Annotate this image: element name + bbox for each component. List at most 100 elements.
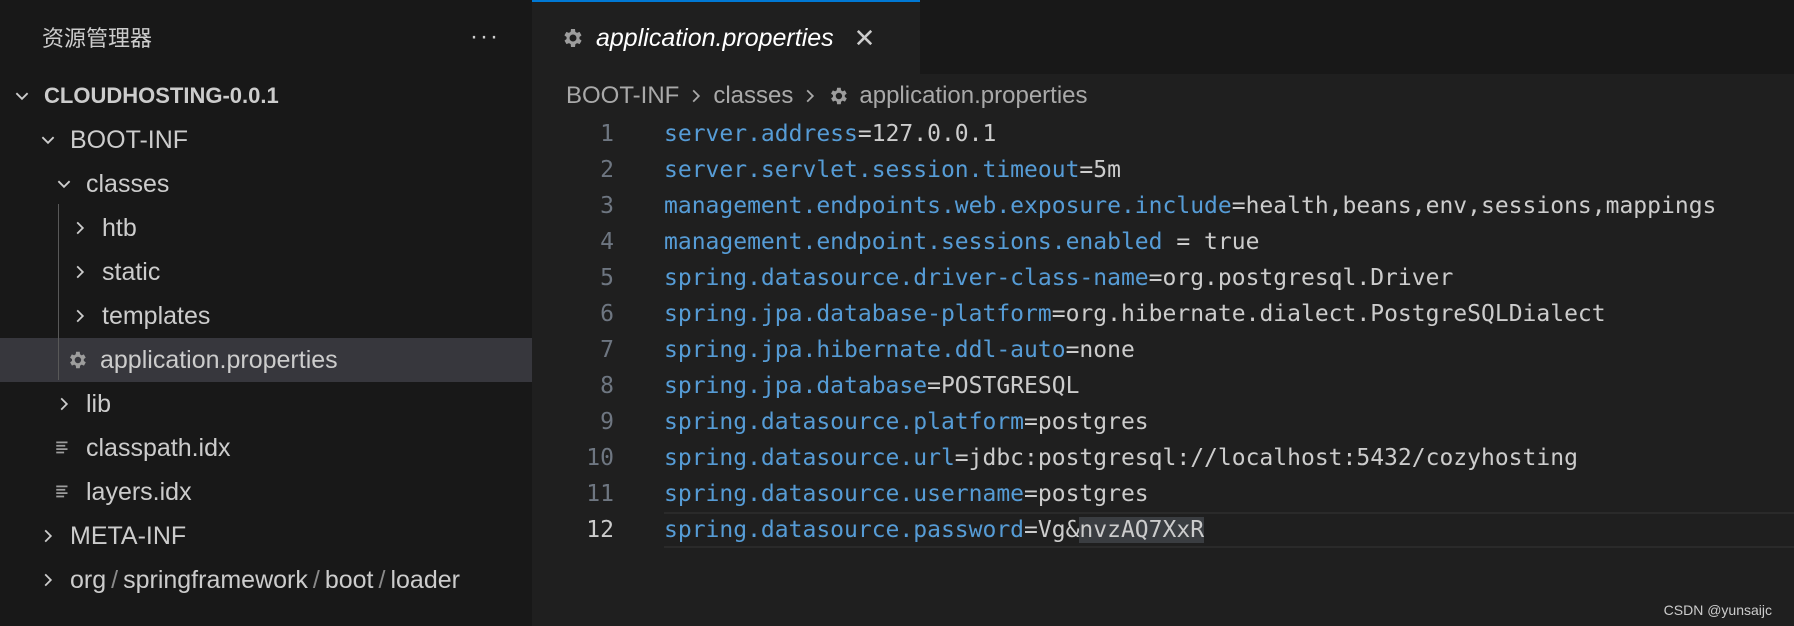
code-editor[interactable]: 1 server.address=127.0.0.1 2 server.servle…	[532, 116, 1794, 548]
chevron-right-icon	[687, 87, 705, 105]
gear-icon	[560, 26, 584, 50]
path-segment: org	[70, 565, 107, 594]
property-key: management.endpoint.sessions.enabled	[664, 229, 1163, 255]
property-value: =POSTGRESQL	[927, 373, 1080, 399]
tree-item-label: classes	[86, 169, 170, 198]
tree-item-static[interactable]: static	[0, 250, 532, 294]
code-line-current[interactable]: 12 spring.datasource.password=Vg&nvzAQ7Xx…	[532, 512, 1794, 548]
breadcrumb-item[interactable]: classes	[713, 82, 793, 110]
tree-item-label: META-INF	[70, 521, 187, 550]
code-line[interactable]: 2 server.servlet.session.timeout=5m	[532, 152, 1794, 188]
indent-guide	[58, 204, 59, 380]
property-key: spring.datasource.driver-class-name	[664, 265, 1149, 291]
line-number: 4	[600, 229, 614, 255]
property-value: =postgres	[1024, 409, 1149, 435]
explorer-sidebar: 资源管理器 ··· CLOUDHOSTING-0.0.1 BOOT-INF cl…	[0, 0, 532, 626]
tree-item-templates[interactable]: templates	[0, 294, 532, 338]
tab-label: application.properties	[596, 23, 834, 52]
code-line[interactable]: 4 management.endpoint.sessions.enabled = …	[532, 224, 1794, 260]
path-separator: /	[378, 565, 386, 594]
tree-item-label: classpath.idx	[86, 433, 231, 462]
property-value: = true	[1162, 229, 1260, 255]
tree-item-label: htb	[102, 213, 137, 242]
code-line[interactable]: 3 management.endpoints.web.exposure.inclu…	[532, 188, 1794, 224]
tree-item-label: templates	[102, 301, 211, 330]
tree-root-label: CLOUDHOSTING-0.0.1	[44, 83, 279, 108]
property-key: server.servlet.session.timeout	[664, 157, 1080, 183]
property-key: spring.datasource.url	[664, 445, 955, 471]
tree-item-meta-inf[interactable]: META-INF	[0, 514, 532, 558]
property-key: spring.jpa.hibernate.ddl-auto	[664, 337, 1066, 363]
gear-icon	[66, 349, 88, 371]
property-value: =org.postgresql.Driver	[1148, 265, 1454, 291]
tree-item-htb[interactable]: htb	[0, 206, 532, 250]
code-line[interactable]: 10 spring.datasource.url=jdbc:postgresql:…	[532, 440, 1794, 476]
tree-item-org-springframework[interactable]: org / springframework / boot / loader	[0, 558, 532, 602]
property-value: =postgres	[1024, 481, 1149, 507]
property-key: spring.datasource.platform	[664, 409, 1025, 435]
tree-item-label: static	[102, 257, 161, 286]
line-number: 12	[586, 517, 614, 543]
tree-item-application-properties[interactable]: application.properties	[0, 338, 532, 382]
chevron-down-icon	[52, 172, 76, 196]
tree-item-label: application.properties	[100, 345, 338, 374]
property-key: spring.datasource.password	[664, 517, 1025, 543]
property-value: =Vg&	[1024, 517, 1080, 543]
property-value: =5m	[1079, 157, 1121, 183]
tab-application-properties[interactable]: application.properties ✕	[532, 0, 920, 74]
property-key: server.address	[664, 121, 858, 147]
line-number: 9	[600, 409, 614, 435]
line-number: 3	[600, 193, 614, 219]
explorer-title: 资源管理器	[42, 26, 153, 51]
code-line[interactable]: 5 spring.datasource.driver-class-name=org…	[532, 260, 1794, 296]
path-separator: /	[312, 565, 320, 594]
more-actions-icon[interactable]: ···	[470, 23, 500, 51]
code-line[interactable]: 11 spring.datasource.username=postgres	[532, 476, 1794, 512]
chevron-right-icon	[36, 568, 60, 592]
chevron-right-icon	[801, 87, 819, 105]
property-key: management.endpoints.web.exposure.includ…	[664, 193, 1232, 219]
line-number: 11	[586, 481, 614, 507]
code-line[interactable]: 8 spring.jpa.database=POSTGRESQL	[532, 368, 1794, 404]
breadcrumb-item[interactable]: application.properties	[859, 82, 1087, 110]
chevron-right-icon	[68, 216, 92, 240]
code-line[interactable]: 6 spring.jpa.database-platform=org.hibern…	[532, 296, 1794, 332]
chevron-right-icon	[52, 392, 76, 416]
code-line[interactable]: 9 spring.datasource.platform=postgres	[532, 404, 1794, 440]
chevron-down-icon	[10, 84, 34, 108]
line-number: 6	[600, 301, 614, 327]
line-number: 5	[600, 265, 614, 291]
editor-pane: application.properties ✕ BOOT-INF classe…	[532, 0, 1794, 626]
tree-item-layers-idx[interactable]: layers.idx	[0, 470, 532, 514]
text-file-icon	[52, 437, 74, 459]
path-segment: loader	[390, 565, 460, 594]
code-line[interactable]: 7 spring.jpa.hibernate.ddl-auto=none	[532, 332, 1794, 368]
breadcrumb: BOOT-INF classes application.properties	[532, 74, 1794, 118]
path-segment: springframework	[123, 565, 308, 594]
path-separator: /	[111, 565, 119, 594]
line-number: 2	[600, 157, 614, 183]
close-icon[interactable]: ✕	[854, 23, 876, 54]
property-value: =127.0.0.1	[857, 121, 997, 147]
code-line[interactable]: 1 server.address=127.0.0.1	[532, 116, 1794, 152]
tab-bar: application.properties ✕	[532, 0, 1794, 74]
property-value: =org.hibernate.dialect.PostgreSQLDialect	[1051, 301, 1606, 327]
tree-item-label: layers.idx	[86, 477, 192, 506]
path-segment: boot	[324, 565, 374, 594]
tree-root-folder[interactable]: CLOUDHOSTING-0.0.1	[0, 74, 532, 118]
tree-item-lib[interactable]: lib	[0, 382, 532, 426]
tree-item-classpath-idx[interactable]: classpath.idx	[0, 426, 532, 470]
tree-item-classes[interactable]: classes	[0, 162, 532, 206]
property-value: =jdbc:postgresql://localhost:5432/cozyho…	[954, 445, 1578, 471]
property-value: =health,beans,env,sessions,mappings	[1231, 193, 1717, 219]
line-number: 1	[600, 121, 614, 147]
breadcrumb-item[interactable]: BOOT-INF	[566, 82, 679, 110]
line-number: 8	[600, 373, 614, 399]
chevron-down-icon	[36, 128, 60, 152]
property-key: spring.jpa.database-platform	[664, 301, 1052, 327]
gear-icon	[827, 85, 849, 107]
chevron-right-icon	[68, 304, 92, 328]
watermark: CSDN @yunsaijc	[1663, 602, 1772, 618]
tree-item-boot-inf[interactable]: BOOT-INF	[0, 118, 532, 162]
text-file-icon	[52, 481, 74, 503]
